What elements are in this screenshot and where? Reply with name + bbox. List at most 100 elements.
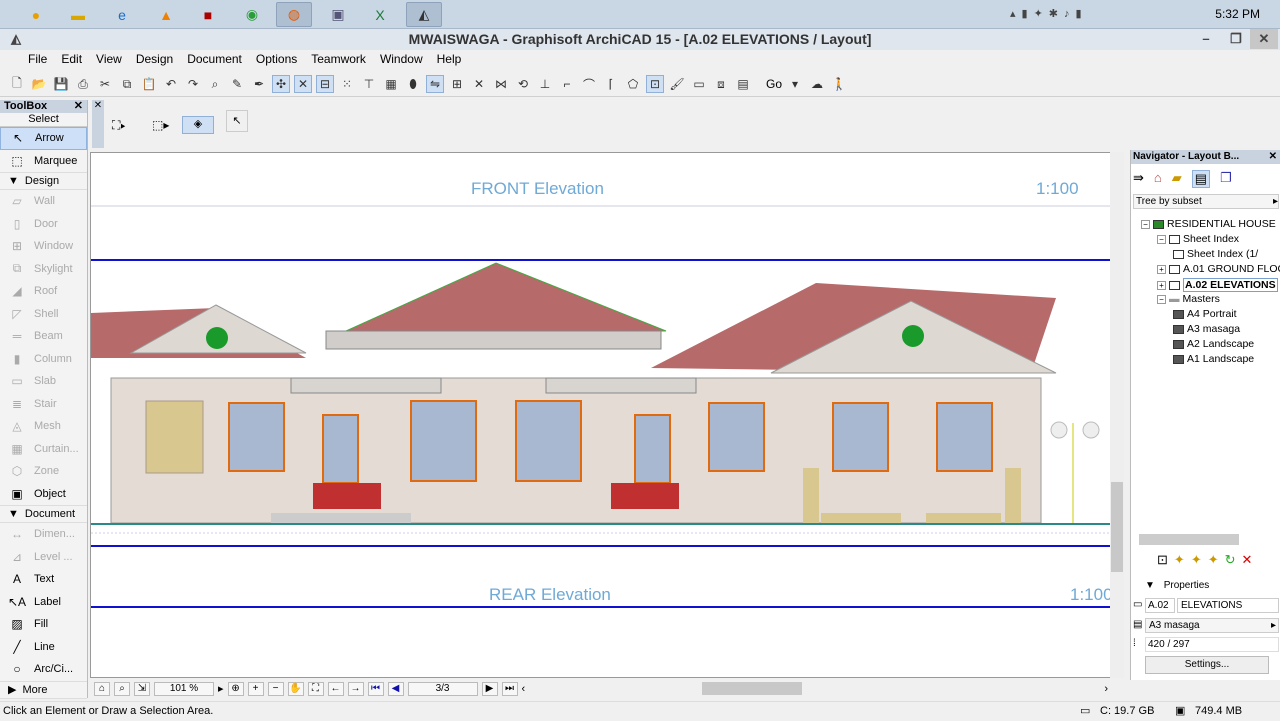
new-layout-icon[interactable]: ✦: [1174, 552, 1185, 568]
tree-item[interactable]: − Sheet Index: [1157, 233, 1239, 245]
menu-document[interactable]: Document: [180, 50, 249, 69]
table-icon[interactable]: ⊞: [448, 75, 466, 93]
select-label[interactable]: Select: [0, 113, 87, 127]
inject-icon[interactable]: ✒: [250, 75, 268, 93]
layout-icon[interactable]: ▤: [734, 75, 752, 93]
tool-level[interactable]: ⊿ Level ...: [0, 546, 87, 569]
go-button[interactable]: Go: [766, 77, 782, 91]
gravity-icon[interactable]: ⊟: [316, 75, 334, 93]
close-icon[interactable]: ✕: [1269, 150, 1277, 164]
tool-line[interactable]: ╱ Line: [0, 636, 87, 659]
zoom-dropdown-icon[interactable]: ▸: [218, 682, 224, 695]
tool-column[interactable]: ▮ Column: [0, 348, 87, 371]
archicad-icon[interactable]: ◭: [406, 2, 442, 27]
pan-icon[interactable]: ✋: [287, 681, 304, 696]
tool-dimen[interactable]: ↔ Dimen...: [0, 523, 87, 546]
cut-icon[interactable]: ✂: [96, 75, 114, 93]
new-master-icon[interactable]: ✦: [1191, 552, 1202, 568]
elevate-icon[interactable]: ⊥: [536, 75, 554, 93]
media-player-icon[interactable]: ●: [18, 2, 54, 27]
firefox-icon[interactable]: ◍: [276, 2, 312, 27]
remote-desktop-icon[interactable]: ▣: [320, 2, 356, 27]
orbit-icon[interactable]: ☁: [808, 75, 826, 93]
tree-item[interactable]: A3 masaga: [1173, 323, 1240, 335]
settings-button[interactable]: Settings...: [1145, 656, 1269, 674]
3d-view-icon[interactable]: ⧈: [712, 75, 730, 93]
section-design[interactable]: ▼ Design: [0, 172, 87, 190]
tool-text[interactable]: A Text: [0, 568, 87, 591]
tree-horizontal-scrollbar[interactable]: [1139, 534, 1239, 545]
internet-explorer-icon[interactable]: e: [104, 2, 140, 27]
fit-icon[interactable]: ⇲: [134, 681, 150, 696]
tree-item[interactable]: A2 Landscape: [1173, 338, 1254, 350]
menu-teamwork[interactable]: Teamwork: [304, 50, 373, 69]
properties-toggle[interactable]: ▼ Properties: [1145, 580, 1209, 591]
zoom-level[interactable]: 101 %: [154, 681, 214, 696]
rear-elevation-scale[interactable]: 1:100: [1070, 585, 1113, 605]
page-indicator[interactable]: 3/3: [407, 681, 478, 696]
restore-button[interactable]: ❐: [1222, 29, 1250, 49]
tool-door[interactable]: ▯ Door: [0, 213, 87, 236]
previous-page-icon[interactable]: ◀: [387, 681, 404, 696]
last-page-icon[interactable]: ⏭: [501, 681, 518, 696]
print-icon[interactable]: ⎙: [74, 75, 92, 93]
go-dropdown-icon[interactable]: ▾: [786, 75, 804, 93]
trace-icon[interactable]: ⇋: [426, 75, 444, 93]
excel-icon[interactable]: X: [362, 2, 398, 27]
delete-icon[interactable]: ✕: [1242, 552, 1253, 568]
tool-curtain[interactable]: ▦ Curtain...: [0, 438, 87, 461]
menu-edit[interactable]: Edit: [54, 50, 89, 69]
fit-window-icon[interactable]: ⛶: [307, 681, 324, 696]
app-icon[interactable]: ◭: [2, 29, 30, 49]
tool-zone[interactable]: ⬡ Zone: [0, 460, 87, 483]
snap-icon[interactable]: ✕: [294, 75, 312, 93]
chrome-icon[interactable]: ◉: [234, 2, 270, 27]
fill-icon[interactable]: ⬮: [404, 75, 422, 93]
menu-window[interactable]: Window: [373, 50, 430, 69]
tree-item[interactable]: + A.02 ELEVATIONS: [1157, 278, 1278, 292]
selection-method-icon[interactable]: ⛶▸: [112, 118, 126, 133]
vertical-scrollbar[interactable]: [1110, 152, 1124, 678]
delete-icon[interactable]: ✕: [470, 75, 488, 93]
layout-id-field[interactable]: A.02: [1145, 598, 1175, 613]
scroll-left-icon[interactable]: ‹: [522, 683, 526, 695]
tool-fill[interactable]: ▨ Fill: [0, 613, 87, 636]
layout-name-field[interactable]: ELEVATIONS: [1177, 598, 1279, 613]
expand-toggle-icon[interactable]: −: [1157, 234, 1166, 244]
tree-item[interactable]: Sheet Index (1/: [1173, 248, 1258, 260]
undo-icon[interactable]: ↶: [162, 75, 180, 93]
expand-toggle-icon[interactable]: +: [1157, 264, 1166, 274]
view-map-icon[interactable]: ▰: [1172, 170, 1182, 188]
expand-toggle-icon[interactable]: +: [1157, 280, 1166, 290]
tool-skylight[interactable]: ⧉ Skylight: [0, 258, 87, 281]
info-box-close-icon[interactable]: ✕: [92, 100, 104, 148]
menu-view[interactable]: View: [89, 50, 129, 69]
redo-icon[interactable]: ↷: [184, 75, 202, 93]
close-button[interactable]: ✕: [1250, 29, 1278, 49]
pick-up-icon[interactable]: ✎: [228, 75, 246, 93]
menu-file[interactable]: File: [6, 50, 54, 69]
layout-canvas[interactable]: FRONT Elevation 1:100 REAR Elevation 1:1…: [90, 152, 1120, 678]
first-page-icon[interactable]: ⏮: [367, 681, 384, 696]
layers-icon[interactable]: ▦: [382, 75, 400, 93]
curve-icon[interactable]: ⌒: [580, 75, 598, 93]
paste-icon[interactable]: 📋: [140, 75, 158, 93]
front-elevation-title[interactable]: FRONT Elevation: [471, 179, 604, 199]
polygon-icon[interactable]: ⬠: [624, 75, 642, 93]
section-more[interactable]: ▶ More: [0, 680, 87, 699]
mirror-icon[interactable]: ⋈: [492, 75, 510, 93]
new-subset-icon[interactable]: ✦: [1208, 552, 1219, 568]
front-elevation-scale[interactable]: 1:100: [1036, 179, 1079, 199]
tool-stair[interactable]: ≣ Stair: [0, 393, 87, 416]
master-dropdown[interactable]: A3 masaga ▸: [1145, 618, 1279, 633]
menu-options[interactable]: Options: [249, 50, 304, 69]
tool-roof[interactable]: ◢ Roof: [0, 280, 87, 303]
tool-window[interactable]: ⊞ Window: [0, 235, 87, 258]
clone-folder-icon[interactable]: ⊡: [1157, 552, 1168, 568]
file-explorer-icon[interactable]: ▬: [60, 2, 96, 27]
pointer-icon[interactable]: ↖: [226, 110, 248, 132]
navigator-preview-icon[interactable]: ⌂: [94, 681, 110, 696]
clock[interactable]: 5:32 PM: [1215, 7, 1260, 21]
new-icon[interactable]: 🗋: [8, 75, 26, 93]
walk-icon[interactable]: 🚶: [830, 75, 848, 93]
